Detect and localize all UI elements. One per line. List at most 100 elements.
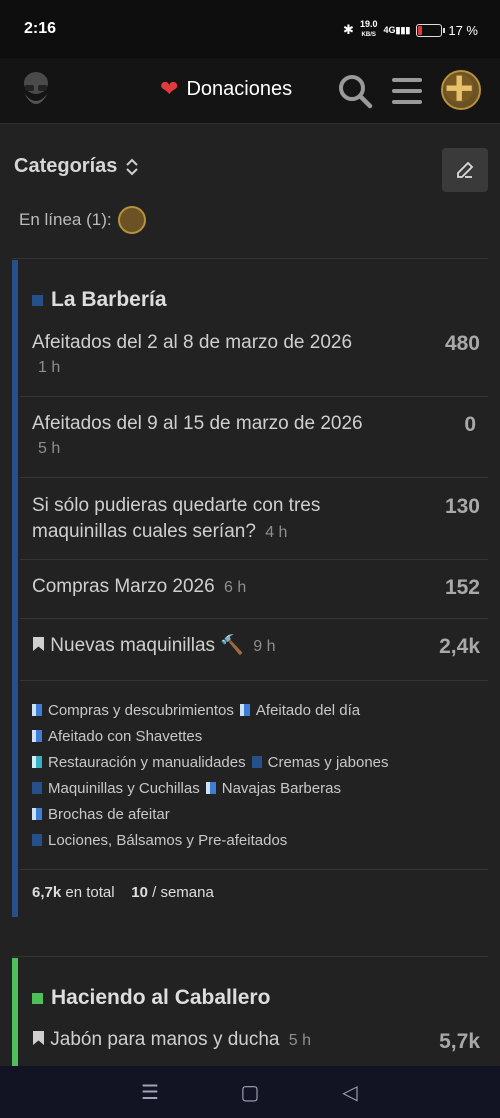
topic-age: 1 h <box>38 359 61 376</box>
status-bar: 2:16 ✱ 19.0 KB/S 4G▮▮▮ 17 % <box>0 0 500 58</box>
topic-reply-count: 480 <box>444 332 480 355</box>
divider <box>20 680 488 681</box>
subcategory-color-icon <box>239 704 250 716</box>
subcategory-name: Afeitado del día <box>255 701 361 719</box>
edit-icon <box>457 161 474 178</box>
subcategory-color-icon <box>32 704 42 716</box>
signal-icon: 4G▮▮▮ <box>383 24 411 35</box>
speed-unit: KB/S <box>361 32 376 38</box>
divider <box>20 869 488 870</box>
category-square-icon <box>32 992 43 1004</box>
menu-icon[interactable] <box>391 76 423 106</box>
avatar[interactable] <box>441 70 481 110</box>
topic-title: Jabón para manos y ducha <box>50 1029 280 1050</box>
online-user-avatar[interactable] <box>117 206 146 234</box>
topic-link[interactable]: Nuevas maquinillas 🔨 9 h <box>32 633 412 660</box>
online-label: En línea (1): <box>19 210 112 229</box>
back-button[interactable]: ◁ <box>330 1080 370 1105</box>
divider <box>12 956 488 957</box>
subcategory-list: Compras y descubrimientos Afeitado del dí… <box>32 697 472 853</box>
donate-label: Donaciones <box>186 77 293 100</box>
topic-age: 5 h <box>288 1032 312 1049</box>
topic-link[interactable]: Compras Marzo 2026 6 h <box>32 574 412 601</box>
topic-reply-count: 152 <box>444 576 480 599</box>
category-title[interactable]: Haciendo al Caballero <box>32 986 270 1010</box>
logo-icon[interactable] <box>18 69 54 113</box>
subcategory-link[interactable]: Maquinillas y Cuchillas <box>32 775 200 801</box>
subcategory-link[interactable]: Afeitado del día <box>239 697 361 723</box>
network-type: 4G <box>383 24 396 35</box>
home-button[interactable]: ▢ <box>230 1080 270 1105</box>
subcategory-color-icon <box>32 834 42 846</box>
topic-reply-count: 2,4k <box>439 635 480 658</box>
subcategory-color-icon <box>32 756 42 768</box>
topic-age: 5 h <box>38 440 61 457</box>
battery-icon <box>416 23 446 37</box>
page-title: Categorías <box>14 155 118 177</box>
topic-link[interactable]: Afeitados del 2 al 8 de marzo de 2026 1 … <box>32 330 412 380</box>
subcategory-name: Brochas de afeitar <box>48 805 170 823</box>
system-nav-bar: ☰ ▢ ◁ <box>0 1066 500 1118</box>
category-stats: 6,7k en total 10 / semana <box>32 884 214 901</box>
subcategory-color-icon <box>205 782 216 794</box>
bluetooth-icon: ✱ <box>343 22 354 37</box>
donate-link[interactable]: ❤ Donaciones <box>160 76 292 102</box>
subcategory-link[interactable]: Afeitado con Shavettes <box>32 723 202 749</box>
battery-percent: 17 % <box>448 22 478 38</box>
topic-age: 9 h <box>253 638 276 655</box>
subcategory-link[interactable]: Brochas de afeitar <box>32 801 170 827</box>
recent-apps-button[interactable]: ☰ <box>130 1080 170 1105</box>
topic-age: 6 h <box>223 579 247 596</box>
bookmark-icon <box>33 1031 44 1045</box>
battery-level <box>418 25 423 35</box>
speed-value: 19.0 <box>359 19 378 29</box>
topic-title: Compras Marzo 2026 <box>32 576 215 597</box>
stats-total-label: en total <box>65 884 115 901</box>
subcategory-link[interactable]: Restauración y manualidades <box>32 749 246 775</box>
category-square-icon <box>32 294 43 306</box>
hammer-emoji: 🔨 <box>220 635 244 656</box>
category-title[interactable]: La Barbería <box>32 288 167 312</box>
heart-icon: ❤ <box>160 76 179 101</box>
subcategory-color-icon <box>32 730 42 742</box>
topic-reply-count: 130 <box>444 495 480 518</box>
category-color-bar <box>12 260 18 917</box>
stats-week-value: 10 <box>131 884 148 901</box>
divider <box>12 258 488 259</box>
subcategory-link[interactable]: Cremas y jabones <box>251 749 389 775</box>
subcategory-name: Maquinillas y Cuchillas <box>48 779 200 797</box>
search-icon[interactable] <box>336 72 374 110</box>
site-header: ❤ Donaciones <box>0 58 500 124</box>
subcategory-name: Afeitado con Shavettes <box>48 727 203 745</box>
subcategory-link[interactable]: Lociones, Bálsamos y Pre-afeitados <box>32 827 287 853</box>
avatar-cross-icon <box>444 73 474 103</box>
status-time: 2:16 <box>24 20 57 37</box>
topic-link[interactable]: Si sólo pudieras quedarte con tres maqui… <box>32 493 412 546</box>
subcategory-name: Navajas Barberas <box>221 779 341 797</box>
subcategory-color-icon <box>251 756 262 768</box>
categories-dropdown[interactable]: Categorías <box>14 155 139 178</box>
subcategory-link[interactable]: Compras y descubrimientos <box>32 697 234 723</box>
topic-reply-count: 0 <box>464 413 476 436</box>
topic-title: Afeitados del 9 al 15 de marzo de 2026 <box>32 413 363 434</box>
topic-title: Afeitados del 2 al 8 de marzo de 2026 <box>32 332 353 353</box>
stats-total-value: 6,7k <box>32 884 62 901</box>
chevron-updown-icon <box>126 158 139 175</box>
edit-button[interactable] <box>442 148 488 192</box>
subcategory-color-icon <box>32 808 42 820</box>
stats-week-label: / semana <box>152 884 214 901</box>
divider <box>20 559 488 560</box>
divider <box>20 618 488 619</box>
divider <box>20 477 488 478</box>
category-color-bar <box>12 958 18 1066</box>
topic-link[interactable]: Afeitados del 9 al 15 de marzo de 2026 5… <box>32 411 412 461</box>
online-users: En línea (1): <box>19 206 146 234</box>
topic-title: Nuevas maquinillas <box>50 635 216 656</box>
topic-age: 4 h <box>265 524 288 541</box>
topic-link[interactable]: Jabón para manos y ducha 5 h <box>32 1027 412 1054</box>
subcategory-name: Cremas y jabones <box>267 753 389 771</box>
subcategory-name: Restauración y manualidades <box>48 753 246 771</box>
subcategory-link[interactable]: Navajas Barberas <box>205 775 341 801</box>
category-name: Haciendo al Caballero <box>51 986 271 1009</box>
network-speed: 19.0 KB/S <box>360 20 378 40</box>
